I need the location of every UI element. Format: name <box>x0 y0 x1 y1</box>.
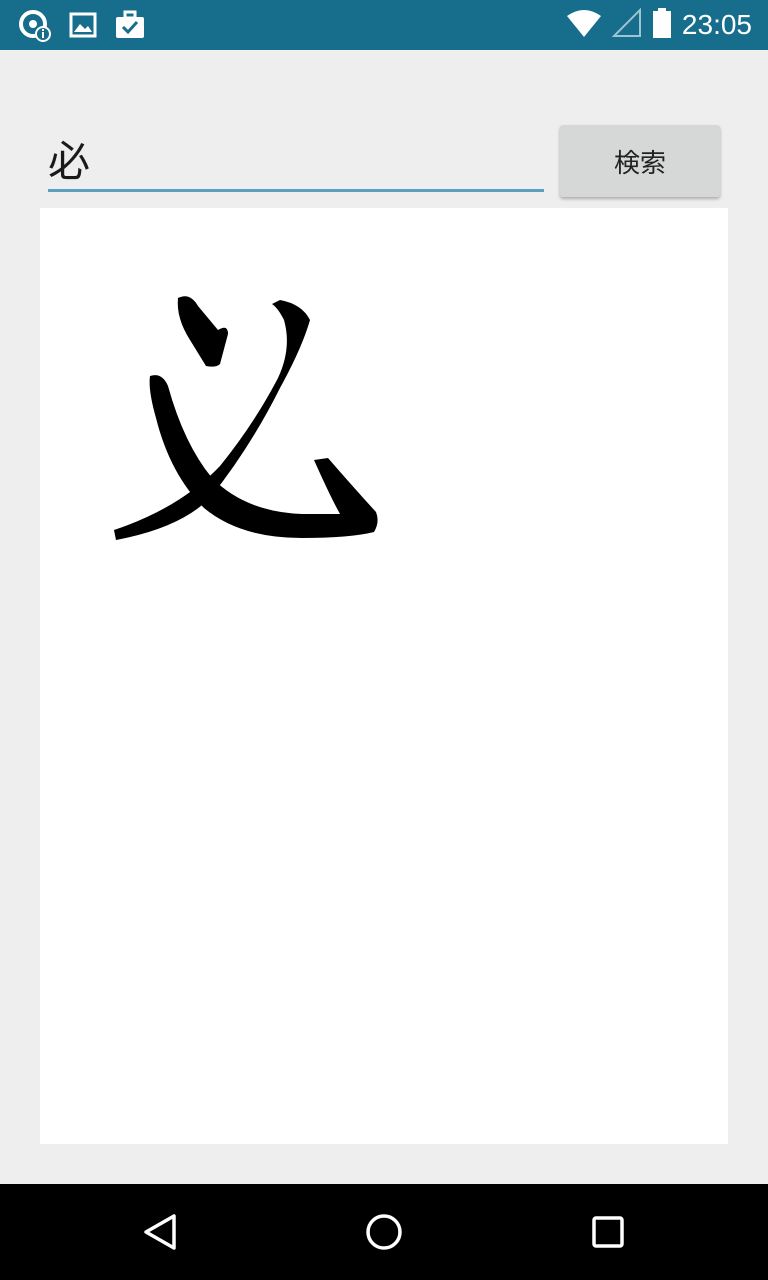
briefcase-check-icon <box>114 9 146 45</box>
cell-signal-icon <box>611 7 642 42</box>
battery-icon <box>652 7 672 43</box>
status-bar: 23:05 <box>0 0 768 50</box>
stroke-dot <box>177 296 228 367</box>
search-button[interactable]: 検索 <box>560 125 720 197</box>
navigation-bar <box>0 1184 768 1280</box>
search-input[interactable] <box>48 128 544 192</box>
status-right-icons: 23:05 <box>566 6 752 44</box>
status-left-icons <box>18 8 146 46</box>
sync-info-icon <box>18 8 52 46</box>
handwritten-strokes <box>114 296 378 540</box>
wifi-icon <box>566 8 602 42</box>
image-icon <box>68 10 98 44</box>
status-time: 23:05 <box>681 9 752 40</box>
app-content: 検索 <box>0 50 768 1184</box>
recents-icon[interactable] <box>584 1208 632 1256</box>
home-icon[interactable] <box>360 1208 408 1256</box>
back-icon[interactable] <box>136 1208 184 1256</box>
handwriting-canvas[interactable] <box>40 208 728 1144</box>
